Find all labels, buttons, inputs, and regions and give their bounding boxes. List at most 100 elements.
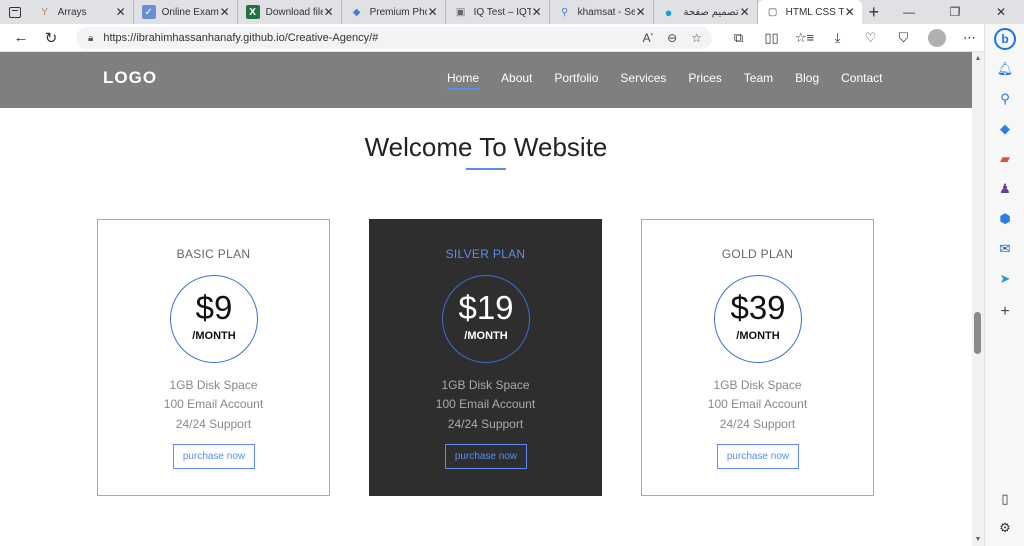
tab-title: Arrays: [57, 6, 87, 18]
minimize-icon[interactable]: —: [886, 0, 932, 24]
plan-feature: 1GB Disk Space: [713, 378, 802, 392]
plan-name: BASIC PLAN: [176, 247, 251, 261]
site-nav: Home About Portfolio Services Prices Tea…: [436, 71, 894, 90]
sidebar-layout-icon[interactable]: ▯: [985, 491, 1024, 507]
scroll-down-icon[interactable]: ▼: [972, 536, 984, 543]
avatar-icon: [927, 29, 946, 47]
browser-tab[interactable]: ▣ IQ Test – IQTe ✕: [446, 0, 550, 24]
tab-close-icon[interactable]: ✕: [323, 5, 335, 19]
omnibox-icons: Aⁿ ⊖ ☆: [643, 27, 702, 49]
nav-link-services[interactable]: Services: [620, 71, 666, 85]
nav-link-contact[interactable]: Contact: [841, 71, 882, 85]
browser-tab[interactable]: X Download file ✕: [238, 0, 342, 24]
settings-gear-icon[interactable]: ⚙: [985, 520, 1024, 536]
nav-link-blog[interactable]: Blog: [795, 71, 819, 85]
nav-link-home[interactable]: Home: [447, 71, 480, 90]
lock-icon: 🔒︎: [88, 32, 94, 44]
favorites-icon[interactable]: ☆≡: [788, 30, 821, 46]
plan-period: /MONTH: [192, 330, 236, 342]
browser-tab[interactable]: Y Arrays ✕: [30, 0, 134, 24]
favorite-star-icon[interactable]: ☆: [691, 31, 702, 45]
purchase-button[interactable]: purchase now: [173, 444, 255, 469]
browser-tab[interactable]: ✓ Online Exam S ✕: [134, 0, 238, 24]
browser-tab[interactable]: ● تصميم صفحة ✕: [654, 0, 758, 24]
bing-icon: b: [994, 28, 1016, 50]
close-window-icon[interactable]: ✕: [978, 0, 1024, 24]
tab-title: Premium Pho: [369, 6, 427, 18]
tab-title: تصميم صفحة: [683, 6, 739, 18]
outlook-icon[interactable]: ✉: [985, 241, 1024, 257]
restore-icon[interactable]: ❐: [932, 0, 978, 24]
more-menu-icon[interactable]: ⋯: [953, 30, 986, 46]
plan-name: SILVER PLAN: [445, 247, 526, 261]
plan-name: GOLD PLAN: [721, 247, 794, 261]
plan-feature: 24/24 Support: [175, 417, 252, 431]
plan-feature: 100 Email Account: [435, 397, 536, 411]
add-sidebar-app-icon[interactable]: +: [985, 303, 1024, 321]
tab-close-icon[interactable]: ✕: [427, 5, 439, 19]
tab-favicon-icon: Y: [41, 6, 48, 18]
performance-icon[interactable]: ♡: [854, 30, 887, 46]
search-icon[interactable]: ⚲: [985, 91, 1024, 107]
pricing-card-gold: GOLD PLAN $39 /MONTH 1GB Disk Space 100 …: [641, 219, 874, 496]
window-controls: — ❐ ✕: [886, 0, 1024, 24]
site-header: LOGO Home About Portfolio Services Price…: [0, 52, 972, 108]
purchase-button[interactable]: purchase now: [445, 444, 527, 469]
nav-link-team[interactable]: Team: [744, 71, 773, 85]
section-title: Welcome To Website: [364, 132, 608, 162]
tab-close-icon[interactable]: ✕: [739, 5, 751, 19]
purchase-button[interactable]: purchase now: [717, 444, 799, 469]
scroll-up-icon[interactable]: ▲: [972, 55, 984, 62]
plan-feature: 100 Email Account: [707, 397, 808, 411]
games-icon[interactable]: ♟: [985, 181, 1024, 197]
back-button[interactable]: ←: [6, 29, 36, 46]
read-aloud-icon[interactable]: Aⁿ: [643, 31, 654, 45]
address-bar: ← ↻ 🔒︎ https://ibrahimhassanhanafy.githu…: [0, 24, 1024, 52]
url-text[interactable]: https://ibrahimhassanhanafy.github.io/Cr…: [103, 32, 378, 44]
tab-close-icon[interactable]: ✕: [844, 5, 856, 19]
extensions-icon[interactable]: ⧉: [722, 30, 755, 46]
page-viewport: LOGO Home About Portfolio Services Price…: [0, 52, 972, 546]
price-circle: $19 /MONTH: [442, 275, 530, 363]
browser-tab-active[interactable]: ▢ HTML CSS Te ✕: [757, 0, 862, 24]
tab-title: IQ Test – IQTe: [473, 6, 531, 18]
zoom-icon[interactable]: ⊖: [667, 31, 677, 45]
browser-essentials-icon[interactable]: ⛉: [887, 30, 920, 46]
plan-price: $39: [730, 289, 786, 326]
site-logo[interactable]: LOGO: [103, 68, 157, 88]
browser-tab[interactable]: ⚲ khamsat - Sea ✕: [550, 0, 654, 24]
downloads-icon[interactable]: ⤓: [821, 30, 854, 46]
browser-tab[interactable]: ◆ Premium Pho ✕: [342, 0, 446, 24]
drop-send-icon[interactable]: ➤: [985, 271, 1024, 287]
url-field[interactable]: 🔒︎ https://ibrahimhassanhanafy.github.io…: [76, 27, 712, 49]
shopping-tag-icon[interactable]: ◆: [985, 121, 1024, 137]
tab-close-icon[interactable]: ✕: [635, 5, 647, 19]
tab-favicon-icon: ⚲: [560, 6, 569, 18]
tab-favicon-icon: ●: [664, 4, 673, 20]
split-screen-icon[interactable]: ▯▯: [755, 30, 788, 46]
plan-period: /MONTH: [464, 330, 508, 342]
reload-button[interactable]: ↻: [36, 29, 66, 47]
profile-avatar[interactable]: [920, 29, 953, 47]
nav-link-portfolio[interactable]: Portfolio: [554, 71, 598, 85]
page-scrollbar[interactable]: ▲ ▼: [972, 52, 984, 546]
bing-copilot-button[interactable]: b: [985, 28, 1024, 50]
pricing-card-silver: SILVER PLAN $19 /MONTH 1GB Disk Space 10…: [369, 219, 602, 496]
office-icon[interactable]: ⬢: [985, 211, 1024, 227]
plan-feature: 100 Email Account: [163, 397, 264, 411]
new-tab-button[interactable]: +: [862, 0, 886, 24]
price-circle: $39 /MONTH: [714, 275, 802, 363]
price-circle: $9 /MONTH: [170, 275, 258, 363]
nav-link-prices[interactable]: Prices: [688, 71, 721, 85]
notification-bell-icon[interactable]: 🔔︎: [985, 61, 1024, 77]
tools-briefcase-icon[interactable]: ▰: [985, 151, 1024, 167]
tab-actions-icon: [8, 6, 21, 18]
tab-close-icon[interactable]: ✕: [531, 5, 543, 19]
scrollbar-thumb[interactable]: [974, 312, 981, 354]
tab-actions-button[interactable]: [0, 0, 30, 24]
plan-price: $19: [458, 289, 514, 326]
plan-price: $9: [195, 289, 233, 326]
nav-link-about[interactable]: About: [501, 71, 532, 85]
tab-close-icon[interactable]: ✕: [115, 5, 127, 19]
tab-close-icon[interactable]: ✕: [219, 5, 231, 19]
